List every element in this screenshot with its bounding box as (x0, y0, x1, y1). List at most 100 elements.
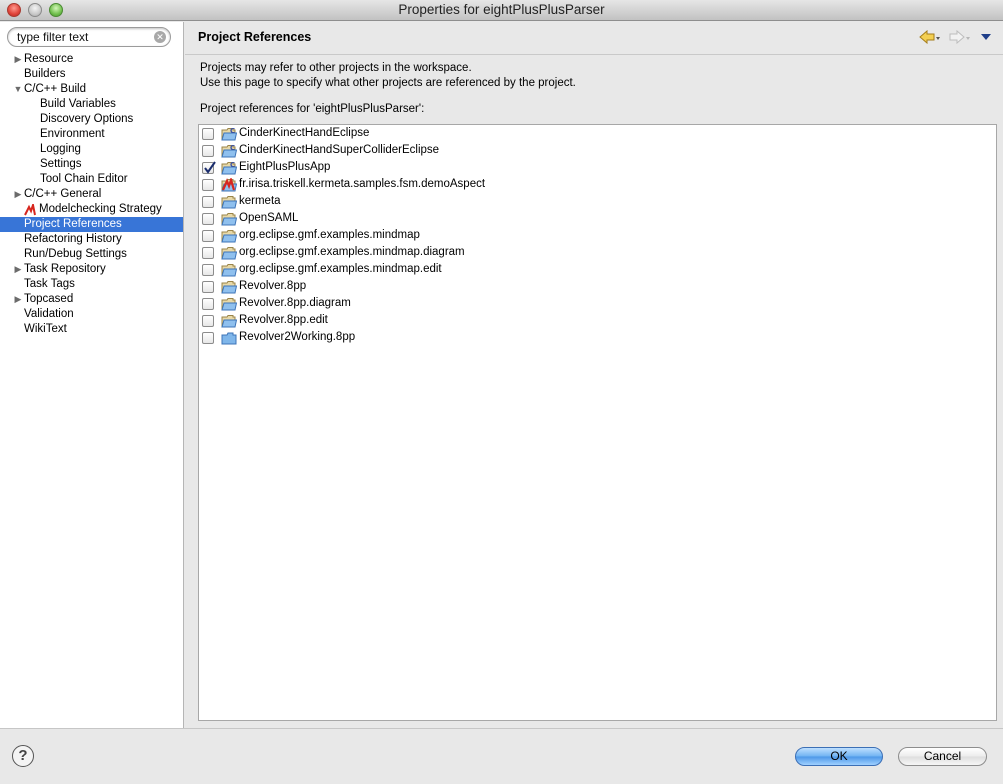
svg-text:C: C (230, 144, 235, 152)
project-name: kermeta (239, 195, 281, 207)
tree-item-wikitext[interactable]: WikiText (0, 322, 183, 337)
project-name: OpenSAML (239, 212, 299, 224)
project-row[interactable]: Revolver.8pp.diagram (199, 296, 989, 313)
project-checkbox[interactable] (202, 264, 214, 276)
references-label: Project references for 'eightPlusPlusPar… (200, 103, 425, 115)
tree-item-label: Environment (40, 128, 105, 140)
tree-item-topcased[interactable]: ▶ Topcased (0, 292, 183, 307)
project-row[interactable]: kermeta (199, 194, 989, 211)
project-row[interactable]: org.eclipse.gmf.examples.mindmap (199, 228, 989, 245)
checkmark-icon (204, 161, 216, 174)
project-row[interactable]: fr.irisa.triskell.kermeta.samples.fsm.de… (199, 176, 989, 194)
tree-item-label: C/C++ General (24, 188, 102, 200)
tree-item-label: WikiText (24, 323, 67, 335)
project-checkbox[interactable] (202, 213, 214, 225)
tree-item-project-references[interactable]: Project References (0, 217, 183, 232)
tree-item-label: Task Tags (24, 278, 75, 290)
tree-item-builders[interactable]: Builders (0, 67, 183, 82)
tree-item-resource[interactable]: ▶ Resource (0, 52, 183, 67)
project-row[interactable]: C EightPlusPlusApp (199, 160, 989, 177)
tree-item-refactoring-history[interactable]: Refactoring History (0, 232, 183, 247)
window-title: Properties for eightPlusPlusParser (398, 2, 605, 17)
project-checkbox[interactable] (202, 179, 214, 191)
project-references-list[interactable]: C CinderKinectHandEclipse C CinderKinectHan… (198, 124, 997, 721)
collapsed-triangle-icon[interactable]: ▶ (13, 187, 23, 202)
project-checkbox[interactable] (202, 145, 214, 157)
project-name: Revolver.8pp.edit (239, 314, 328, 326)
project-checkbox[interactable] (202, 298, 214, 310)
forward-arrow-icon (949, 30, 970, 44)
tree-item-modelchecking-strategy[interactable]: Modelchecking Strategy (0, 202, 183, 217)
filter-field[interactable]: ✕ (7, 27, 171, 47)
tree-item-c-c-build[interactable]: ▼ C/C++ Build (0, 82, 183, 97)
project-row[interactable]: C CinderKinectHandEclipse (199, 126, 989, 143)
tree-item-discovery-options[interactable]: Discovery Options (0, 112, 183, 127)
tree-item-c-c-general[interactable]: ▶ C/C++ General (0, 187, 183, 202)
back-arrow-icon[interactable] (919, 30, 941, 44)
ok-button[interactable]: OK (795, 747, 883, 766)
tree-item-logging[interactable]: Logging (0, 142, 183, 157)
project-checkbox[interactable] (202, 281, 214, 293)
project-row[interactable]: C CinderKinectHandSuperColliderEclipse (199, 143, 989, 160)
tree-item-label: Settings (40, 158, 82, 170)
tree-item-validation[interactable]: Validation (0, 307, 183, 322)
tree-item-label: Task Repository (24, 263, 106, 275)
project-name: Revolver2Working.8pp (239, 331, 356, 343)
tree-item-run-debug-settings[interactable]: Run/Debug Settings (0, 247, 183, 262)
clear-filter-icon[interactable]: ✕ (154, 31, 166, 43)
tree-item-environment[interactable]: Environment (0, 127, 183, 142)
cancel-button[interactable]: Cancel (898, 747, 987, 766)
project-name: Revolver.8pp.diagram (239, 297, 351, 309)
tree-item-label: Logging (40, 143, 81, 155)
window-titlebar: Properties for eightPlusPlusParser (0, 0, 1003, 21)
tree-item-label: Validation (24, 308, 74, 320)
project-name: CinderKinectHandSuperColliderEclipse (239, 144, 440, 156)
project-row[interactable]: OpenSAML (199, 211, 989, 228)
tree-item-tool-chain-editor[interactable]: Tool Chain Editor (0, 172, 183, 187)
project-name: org.eclipse.gmf.examples.mindmap (239, 229, 420, 241)
tree-item-task-tags[interactable]: Task Tags (0, 277, 183, 292)
project-checkbox[interactable] (202, 315, 214, 327)
tree-item-build-variables[interactable]: Build Variables (0, 97, 183, 112)
view-menu-icon[interactable] (981, 34, 991, 48)
project-row[interactable]: Revolver.8pp.edit (199, 313, 989, 330)
kermeta-icon (24, 204, 36, 216)
project-row[interactable]: Revolver2Working.8pp (199, 330, 989, 347)
tree-item-label: Run/Debug Settings (24, 248, 127, 260)
project-checkbox[interactable] (202, 128, 214, 140)
project-row[interactable]: Revolver.8pp (199, 279, 989, 296)
tree-item-settings[interactable]: Settings (0, 157, 183, 172)
project-name: fr.irisa.triskell.kermeta.samples.fsm.de… (239, 178, 486, 190)
page-description: Projects may refer to other projects in … (200, 61, 576, 91)
svg-text:C: C (230, 161, 235, 169)
tree-item-label: Tool Chain Editor (40, 173, 128, 185)
properties-navigation-panel: ✕ ▶ResourceBuilders▼C/C++ BuildBuild Var… (0, 22, 184, 728)
description-line-2: Use this page to specify what other proj… (200, 77, 576, 89)
project-name: org.eclipse.gmf.examples.mindmap.diagram (239, 246, 465, 258)
project-checkbox[interactable] (202, 161, 216, 174)
description-line-1: Projects may refer to other projects in … (200, 62, 472, 74)
tree-item-label: Topcased (24, 293, 74, 305)
svg-text:C: C (230, 127, 235, 135)
project-row[interactable]: org.eclipse.gmf.examples.mindmap.diagram (199, 245, 989, 262)
collapsed-triangle-icon[interactable]: ▶ (13, 52, 23, 67)
collapsed-triangle-icon[interactable]: ▶ (13, 292, 23, 307)
project-checkbox[interactable] (202, 196, 214, 208)
collapsed-triangle-icon[interactable]: ▶ (13, 262, 23, 277)
project-name: org.eclipse.gmf.examples.mindmap.edit (239, 263, 442, 275)
closed-project-folder-icon (221, 331, 237, 349)
page-header: Project References (185, 22, 1003, 55)
expanded-triangle-icon[interactable]: ▼ (13, 82, 23, 97)
tree-item-label: Modelchecking Strategy (39, 203, 162, 215)
tree-item-label: Refactoring History (24, 233, 122, 245)
help-icon[interactable]: ? (12, 745, 34, 767)
tree-item-label: Build Variables (40, 98, 116, 110)
tree-item-label: Builders (24, 68, 66, 80)
tree-item-label: Resource (24, 53, 74, 65)
project-checkbox[interactable] (202, 332, 214, 344)
project-checkbox[interactable] (202, 247, 214, 259)
project-checkbox[interactable] (202, 230, 214, 242)
filter-input[interactable] (17, 29, 152, 45)
tree-item-task-repository[interactable]: ▶ Task Repository (0, 262, 183, 277)
project-row[interactable]: org.eclipse.gmf.examples.mindmap.edit (199, 262, 989, 279)
